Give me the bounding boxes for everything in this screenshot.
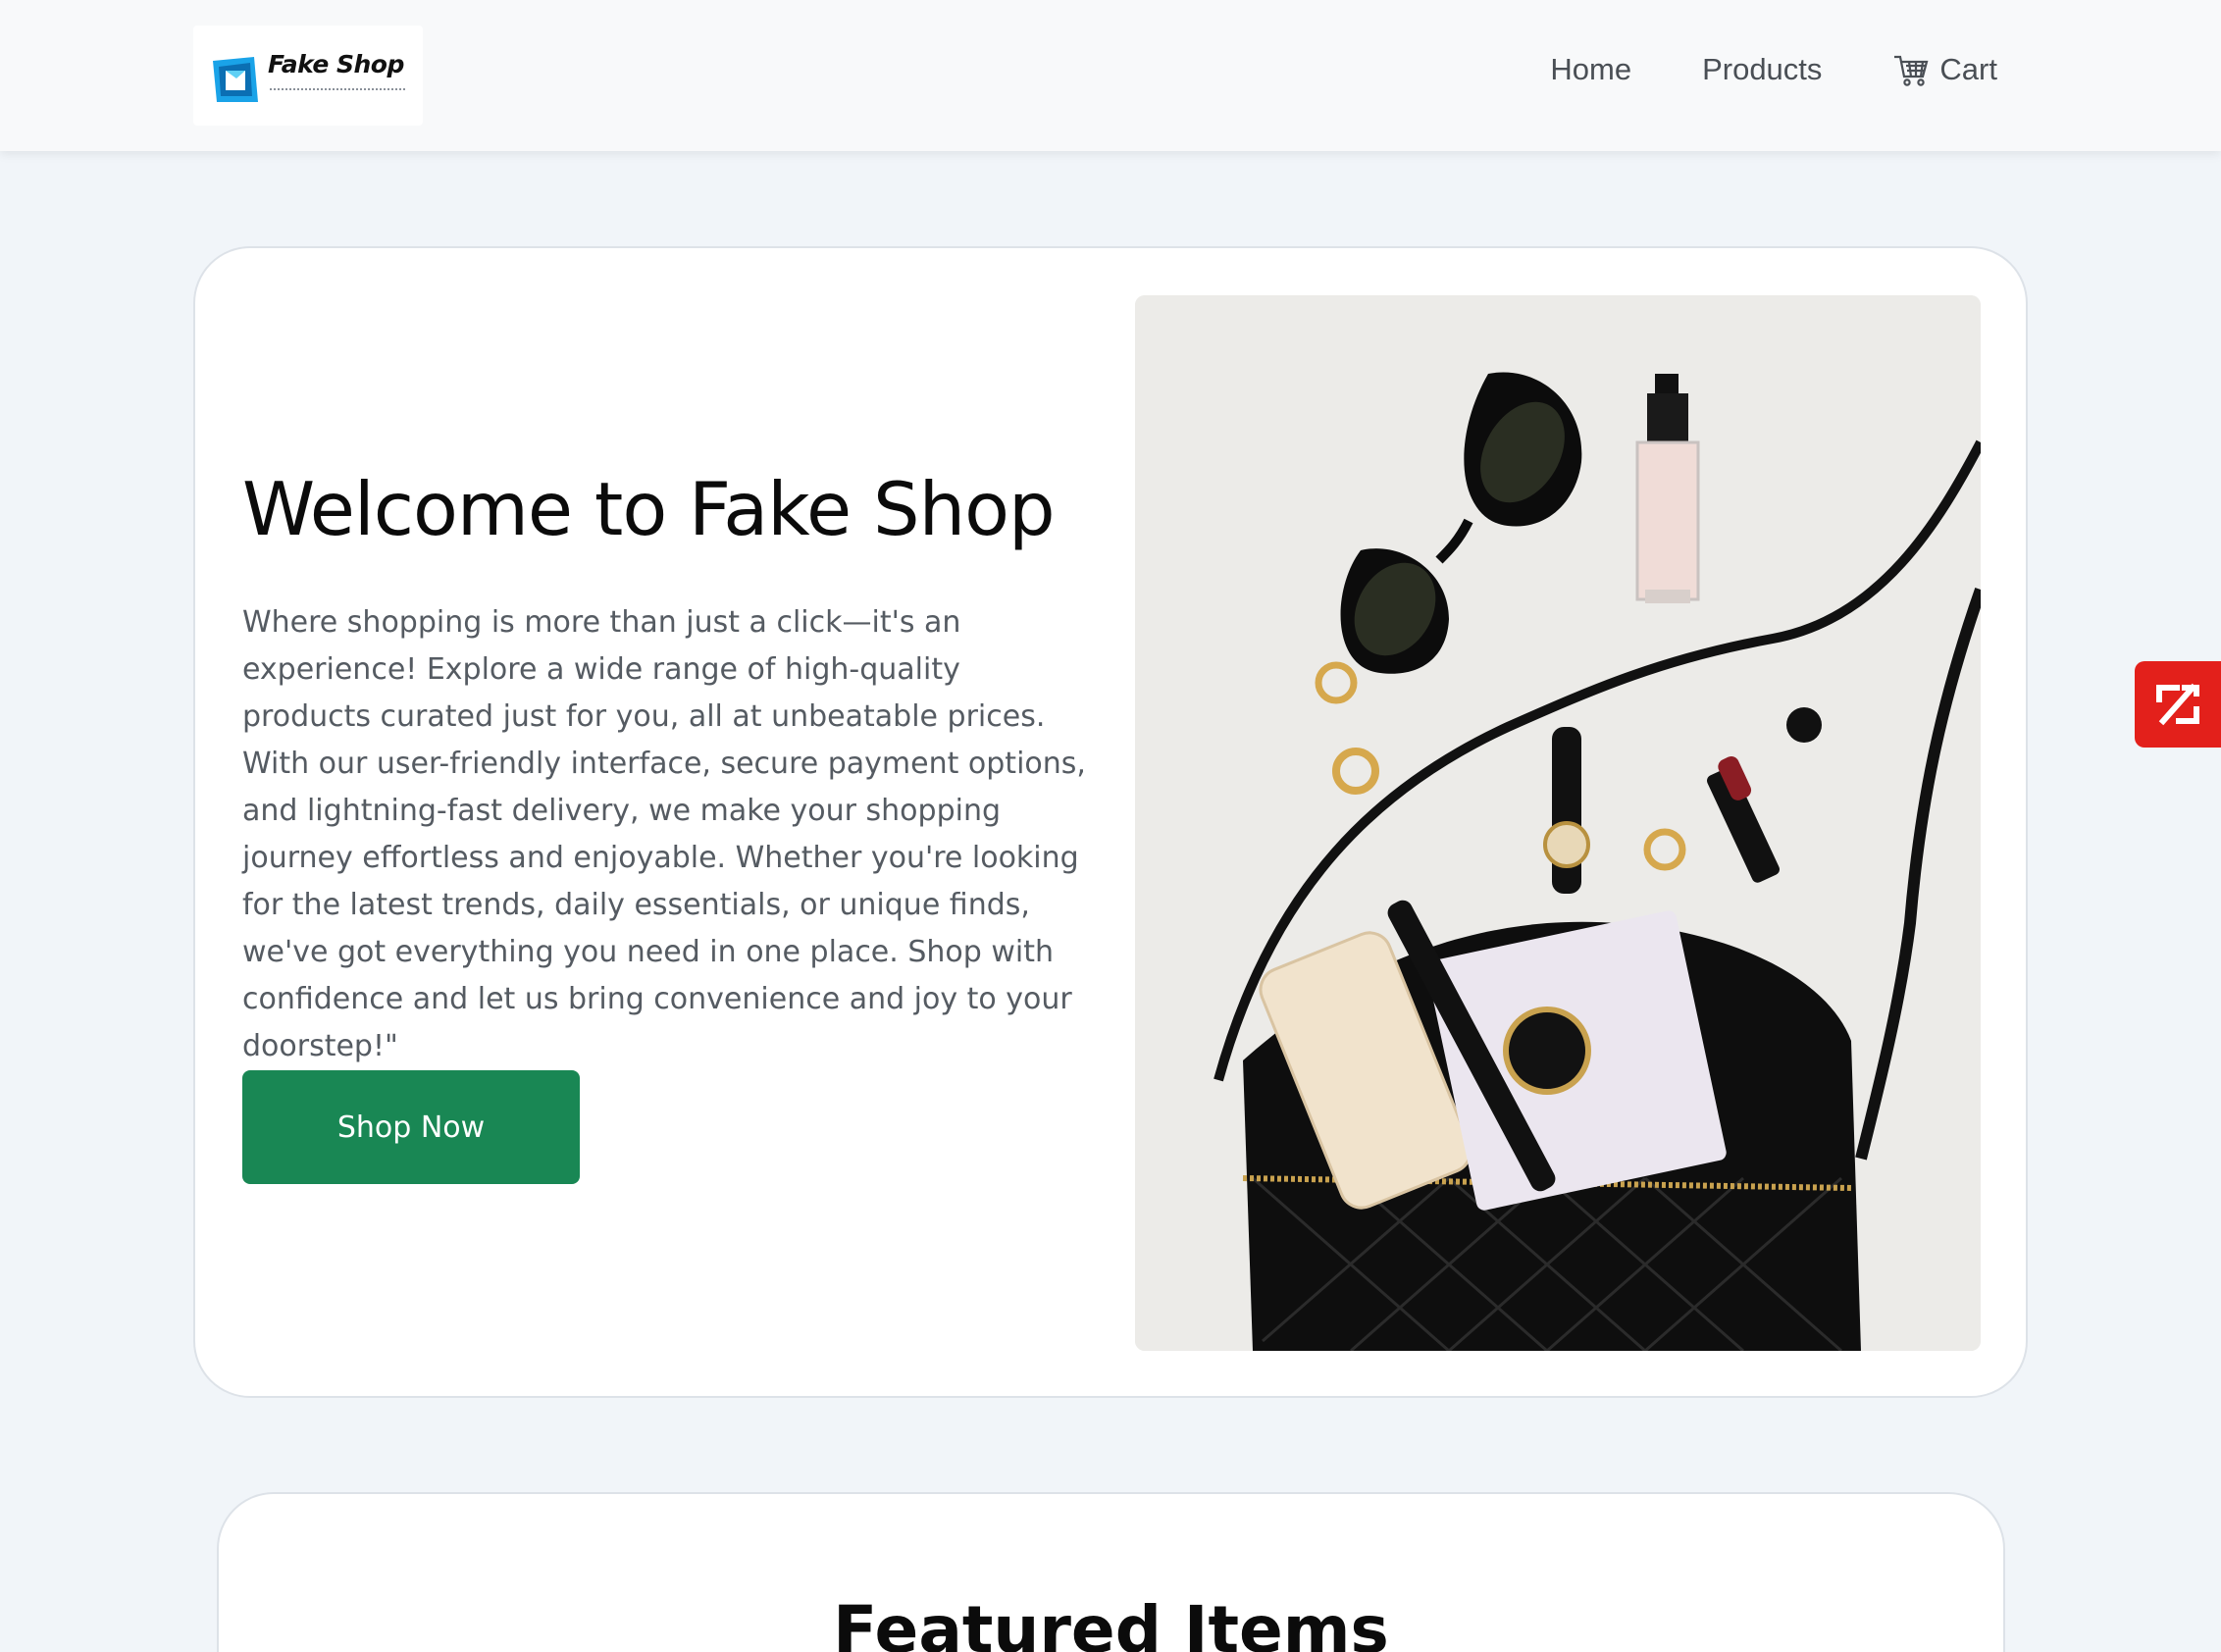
nav-cart-label: Cart	[1939, 52, 1997, 86]
nav-links: Home Products Cart	[1550, 51, 1997, 88]
shop-now-button[interactable]: Shop Now	[242, 1070, 580, 1184]
side-widget-button[interactable]	[2135, 661, 2221, 748]
nav-products-link[interactable]: Products	[1702, 52, 1822, 87]
nav-home-link[interactable]: Home	[1550, 52, 1631, 87]
featured-section: Featured Items	[217, 1492, 2005, 1652]
zoho-z-icon	[2156, 683, 2199, 726]
hero-title: Welcome to Fake Shop	[242, 466, 1056, 552]
hero-image	[1135, 295, 1981, 1351]
hero-description: Where shopping is more than just a click…	[242, 605, 1086, 1063]
brand-tagline	[270, 88, 405, 90]
brand-name: Fake Shop	[268, 50, 404, 78]
logo-mark-icon	[213, 57, 258, 102]
nav-products-label: Products	[1702, 52, 1823, 86]
shopping-cart-icon	[1894, 55, 1929, 86]
brand-logo[interactable]: Fake Shop	[193, 26, 423, 126]
featured-title: Featured Items	[833, 1592, 1389, 1652]
nav-home-label: Home	[1550, 52, 1632, 86]
nav-cart-link[interactable]: Cart	[1892, 51, 1997, 88]
hero-card: Welcome to Fake Shop Where shopping is m…	[193, 246, 2028, 1398]
navbar: Fake Shop Home Products Cart	[0, 0, 2221, 151]
hero-product-illustration	[1135, 295, 1981, 1351]
